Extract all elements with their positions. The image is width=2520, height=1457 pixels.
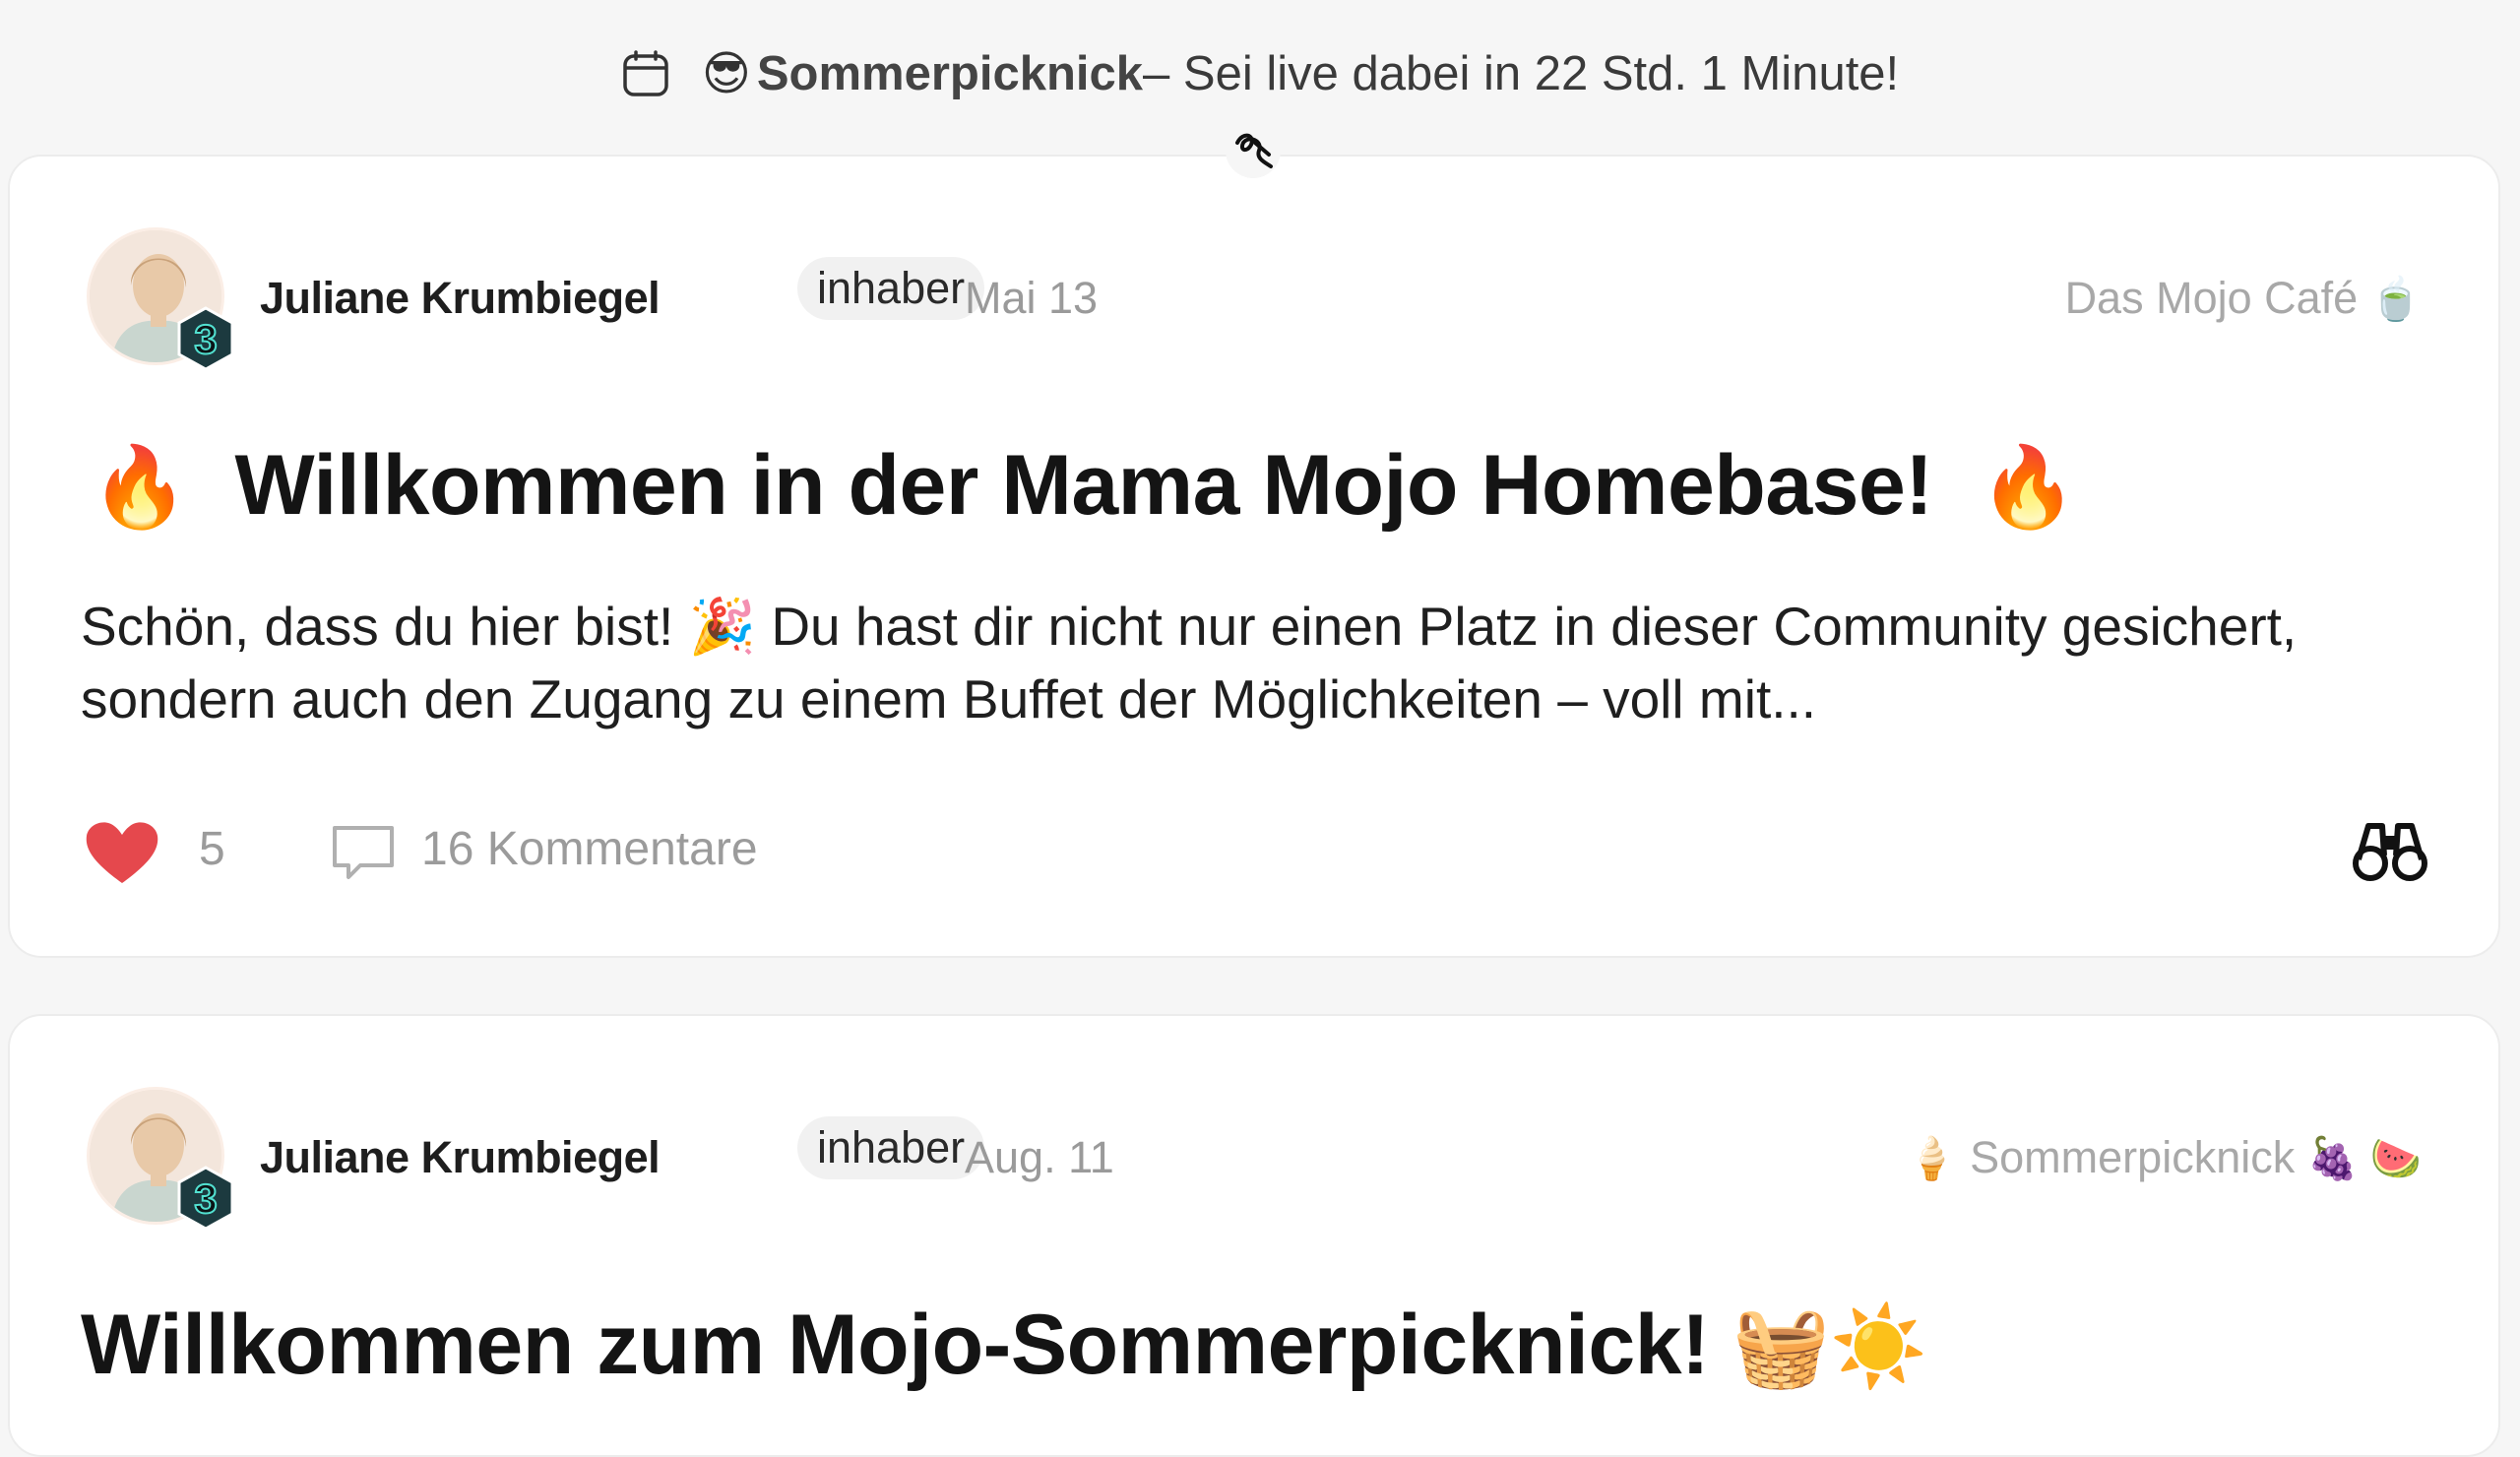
sunglasses-emoji: 😎 [701,48,751,100]
tea-emoji: 🍵 [2369,276,2422,322]
event-name-link[interactable]: Sommerpicknick [757,46,1143,101]
fruit-emoji: 🍇 🍉 [2306,1135,2422,1181]
post-actions: 5 16 Kommentare [83,806,2429,895]
role-tag: inhaber [797,1116,985,1179]
author-name[interactable]: Juliane Krumbiegel [260,1132,661,1183]
post-title-text: Willkommen in der Mama Mojo Homebase! [234,438,1933,533]
comments-link[interactable]: 16 Kommentare [421,822,758,876]
post-title[interactable]: 🔥 Willkommen in der Mama Mojo Homebase! … [91,437,2077,535]
post-title[interactable]: Willkommen zum Mojo-Sommerpicknick! 🧺☀️ [81,1297,1927,1394]
basket-sun-emoji: 🧺☀️ [1732,1302,1928,1390]
post-title-text: Willkommen zum Mojo-Sommerpicknick! [81,1298,1710,1392]
post-card[interactable]: 3 Juliane Krumbiegel inhaber Mai 13 Das … [8,155,2500,958]
post-excerpt[interactable]: Schön, dass du hier bist! 🎉 Du hast dir … [81,590,2374,735]
post-header: 3 Juliane Krumbiegel inhaber Aug. 11 🍦 S… [87,1087,2422,1231]
space-name: Sommerpicknick [1970,1132,2296,1182]
post-card[interactable]: 3 Juliane Krumbiegel inhaber Aug. 11 🍦 S… [8,1014,2500,1457]
ice-cream-emoji: 🍦 [1906,1135,1958,1181]
svg-text:3: 3 [194,1175,217,1222]
space-name: Das Mojo Café [2064,273,2359,323]
svg-text:3: 3 [194,316,217,362]
like-count: 5 [199,823,225,875]
fire-emoji: 🔥 [1979,443,2078,531]
calendar-icon [623,50,668,96]
role-tag: inhaber [797,257,985,320]
heart-icon[interactable] [83,818,161,887]
post-date[interactable]: Aug. 11 [965,1132,1114,1183]
fire-emoji: 🔥 [91,443,189,531]
author-name[interactable]: Juliane Krumbiegel [260,273,661,324]
level-badge: 3 [177,306,234,371]
post-date[interactable]: Mai 13 [965,273,1098,324]
level-badge: 3 [177,1166,234,1231]
comment-icon[interactable] [329,822,398,883]
binoculars-icon[interactable] [2351,816,2429,885]
scribble-icon [1226,123,1281,178]
space-link[interactable]: 🍦 Sommerpicknick 🍇 🍉 [1906,1132,2422,1183]
post-header: 3 Juliane Krumbiegel inhaber Mai 13 Das … [87,227,2422,371]
space-link[interactable]: Das Mojo Café 🍵 [2065,273,2422,324]
event-countdown: – Sei live dabei in 22 Std. 1 Minute! [1143,47,1900,100]
